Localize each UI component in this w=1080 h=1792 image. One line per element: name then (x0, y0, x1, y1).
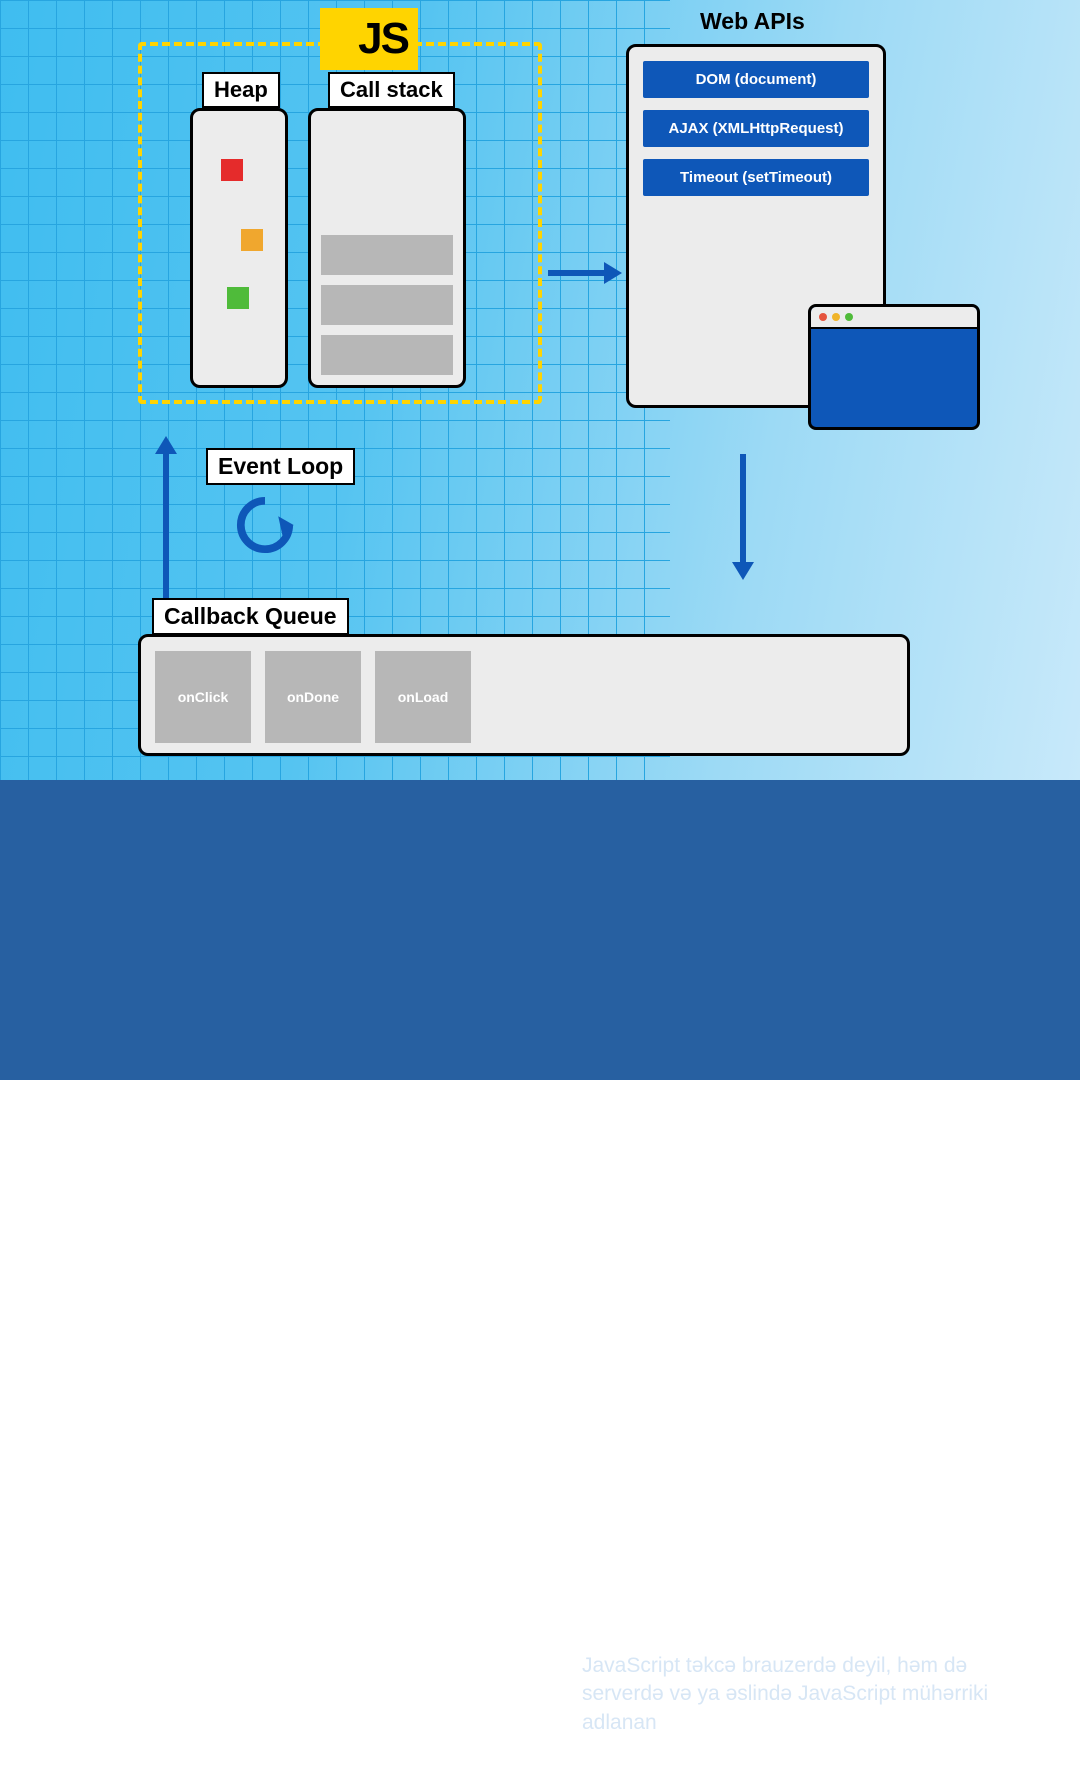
callback-queue-label: Callback Queue (152, 598, 349, 635)
js-badge: JS (320, 8, 418, 70)
page-title: JavaScript Behind The Scenes (96, 1604, 516, 1792)
heap-label: Heap (202, 72, 280, 108)
callback-item: onLoad (375, 651, 471, 743)
heap-object (227, 287, 249, 309)
description-text: JavaScript təkcə brauzerdə deyil, həm də… (582, 1652, 1012, 1737)
callstack-label: Call stack (328, 72, 455, 108)
arrow-queue-to-engine (163, 452, 169, 622)
callback-item: onDone (265, 651, 361, 743)
webapis-title: Web APIs (700, 8, 805, 35)
callstack-box (308, 108, 466, 388)
title-line: The Scenes (212, 1728, 516, 1791)
window-dot-icon (819, 313, 827, 321)
heap-box (190, 108, 288, 388)
window-dot-icon (845, 313, 853, 321)
arrow-webapis-to-queue (740, 454, 746, 564)
footer-panel: JavaScript Behind The Scenes Elgun Mamma… (0, 780, 1080, 1080)
heap-object (221, 159, 243, 181)
heap-object (241, 229, 263, 251)
window-dot-icon (832, 313, 840, 321)
stack-frame (321, 335, 453, 375)
callback-item: onClick (155, 651, 251, 743)
webapi-item: Timeout (setTimeout) (643, 159, 869, 196)
stack-frame (321, 235, 453, 275)
arrowhead-icon (155, 436, 177, 454)
callback-queue-box: onClick onDone onLoad (138, 634, 910, 756)
webapi-item: DOM (document) (643, 61, 869, 98)
diagram-area: JS Heap Call stack Web APIs DOM (documen… (0, 0, 1080, 780)
window-titlebar (811, 307, 977, 329)
event-loop-label: Event Loop (206, 448, 355, 485)
arrowhead-icon (732, 562, 754, 580)
arrow-engine-to-webapis (548, 270, 604, 276)
title-line: JavaScript (250, 1603, 516, 1666)
title-line: Behind (339, 1666, 516, 1729)
event-loop-icon (232, 492, 298, 558)
author-name: Elgun Mammadli (582, 1606, 776, 1637)
arrowhead-icon (604, 262, 622, 284)
webapi-item: AJAX (XMLHttpRequest) (643, 110, 869, 147)
browser-window-icon (808, 304, 980, 430)
stack-frame (321, 285, 453, 325)
